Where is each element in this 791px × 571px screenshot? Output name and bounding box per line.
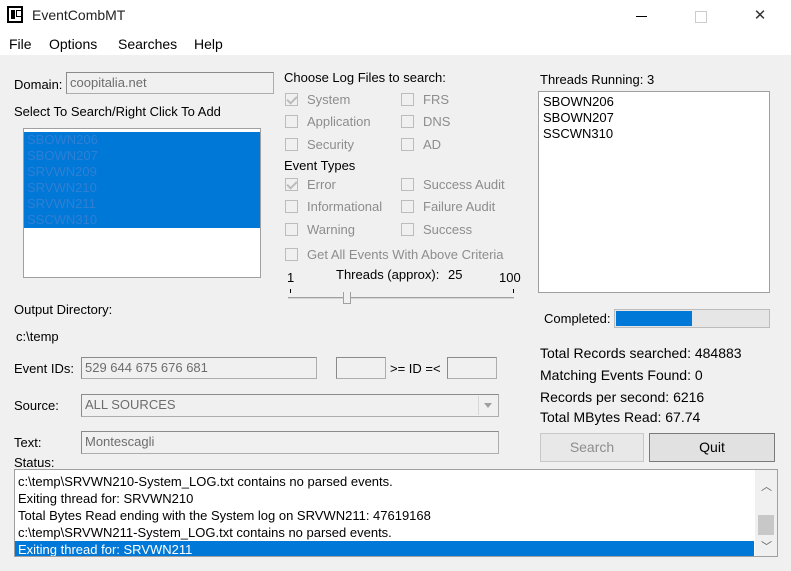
event-types-label: Event Types xyxy=(284,158,356,173)
source-dropdown[interactable]: ALL SOURCES xyxy=(81,394,499,417)
status-line: c:\temp\SRVWN211-System_LOG.txt contains… xyxy=(18,525,392,540)
failure-audit-label: Failure Audit xyxy=(423,199,496,214)
output-dir-label: Output Directory: xyxy=(14,302,113,317)
minimize-icon[interactable] xyxy=(628,4,656,28)
security-checkbox[interactable] xyxy=(285,138,298,151)
list-item: SBOWN207 xyxy=(543,110,614,125)
threads-slider-thumb[interactable] xyxy=(343,292,351,304)
domain-field[interactable]: coopitalia.net xyxy=(66,72,274,94)
error-label: Error xyxy=(307,177,336,192)
server-listbox[interactable]: SBOWN206 SBOWN207 SRVWN209 SRVWN210 SRVW… xyxy=(23,128,261,278)
threads-label: Threads (approx): xyxy=(336,267,440,282)
informational-checkbox[interactable] xyxy=(285,200,298,213)
list-item[interactable]: SSCWN310 xyxy=(24,212,260,228)
quit-button[interactable]: Quit xyxy=(649,433,775,462)
list-item: SBOWN206 xyxy=(543,94,614,109)
status-line: Total Bytes Read ending with the System … xyxy=(18,508,431,523)
server-list-label: Select To Search/Right Click To Add xyxy=(14,104,221,119)
success-label: Success xyxy=(423,222,473,237)
application-label: Application xyxy=(307,114,371,129)
warning-checkbox[interactable] xyxy=(285,223,298,236)
output-dir-value: c:\temp xyxy=(16,329,59,344)
frs-checkbox[interactable] xyxy=(401,93,414,106)
scroll-down-icon[interactable]: ﹀ xyxy=(761,538,772,554)
list-item[interactable]: SRVWN211 xyxy=(24,196,260,212)
progress-fill xyxy=(616,311,692,326)
threads-running-listbox[interactable]: SBOWN206 SBOWN207 SSCWN310 xyxy=(538,91,770,293)
chevron-down-icon[interactable] xyxy=(478,396,497,415)
source-value: ALL SOURCES xyxy=(85,397,176,412)
text-field[interactable]: Montescagli xyxy=(81,431,499,454)
completed-label: Completed: xyxy=(544,311,611,326)
status-label: Status: xyxy=(14,455,55,470)
security-label: Security xyxy=(307,137,354,152)
log-files-label: Choose Log Files to search: xyxy=(284,70,446,85)
application-checkbox[interactable] xyxy=(285,115,298,128)
get-all-events-label: Get All Events With Above Criteria xyxy=(307,247,504,262)
search-button[interactable]: Search xyxy=(540,433,644,462)
slider-tick-end xyxy=(513,289,514,293)
list-item[interactable]: SRVWN209 xyxy=(24,164,260,180)
menu-options[interactable]: Options xyxy=(49,36,97,52)
slider-min-label: 1 xyxy=(287,270,295,285)
scroll-thumb[interactable] xyxy=(758,515,774,535)
warning-label: Warning xyxy=(307,222,355,237)
dns-checkbox[interactable] xyxy=(401,115,414,128)
event-ids-label: Event IDs: xyxy=(14,361,74,376)
threads-value: 25 xyxy=(448,267,463,282)
app-icon xyxy=(7,6,23,23)
menu-bar: File Options Searches Help xyxy=(0,33,791,55)
ad-label: AD xyxy=(423,137,442,152)
status-line: Exiting thread for: SRVWN210 xyxy=(18,491,194,506)
menu-searches[interactable]: Searches xyxy=(118,36,177,52)
slider-tick-start xyxy=(290,289,291,293)
frs-label: FRS xyxy=(423,92,449,107)
success-checkbox[interactable] xyxy=(401,223,414,236)
scroll-up-icon[interactable]: ︿ xyxy=(761,478,772,494)
text-label: Text: xyxy=(14,435,42,450)
window-title: EventCombMT xyxy=(32,7,126,23)
status-line: c:\temp\SRVWN210-System_LOG.txt contains… xyxy=(18,474,393,489)
status-listbox[interactable]: c:\temp\SRVWN210-System_LOG.txt contains… xyxy=(14,469,778,557)
maximize-icon xyxy=(686,4,714,28)
error-checkbox[interactable] xyxy=(285,178,298,191)
domain-label: Domain: xyxy=(14,77,63,92)
threads-running-label: Threads Running: 3 xyxy=(540,72,655,87)
title-bar[interactable]: EventCombMT ✕ xyxy=(0,0,791,33)
source-label: Source: xyxy=(14,398,59,413)
informational-label: Informational xyxy=(307,199,383,214)
event-ids-field[interactable]: 529 644 675 676 681 xyxy=(81,357,317,379)
get-all-events-checkbox[interactable] xyxy=(285,248,298,261)
system-checkbox[interactable] xyxy=(285,93,298,106)
close-icon[interactable]: ✕ xyxy=(746,4,774,28)
dns-label: DNS xyxy=(423,114,451,129)
failure-audit-checkbox[interactable] xyxy=(401,200,414,213)
menu-help[interactable]: Help xyxy=(194,36,223,52)
completed-progress-bar xyxy=(614,309,770,328)
id-range-max-field[interactable] xyxy=(447,357,497,379)
list-item[interactable]: SRVWN210 xyxy=(24,180,260,196)
ad-checkbox[interactable] xyxy=(401,138,414,151)
status-scrollbar[interactable]: ︿ ﹀ xyxy=(755,470,777,556)
success-audit-checkbox[interactable] xyxy=(401,178,414,191)
status-line: Exiting thread for: SRVWN211 xyxy=(15,541,754,556)
records-per-second-text: Records per second: 6216 xyxy=(540,389,705,405)
success-audit-label: Success Audit xyxy=(423,177,505,192)
list-item[interactable]: SBOWN206 xyxy=(24,132,260,148)
total-mbytes-text: Total MBytes Read: 67.74 xyxy=(540,409,701,425)
list-item[interactable]: SBOWN207 xyxy=(24,148,260,164)
id-range-min-field[interactable] xyxy=(336,357,386,379)
slider-max-label: 100 xyxy=(499,270,521,285)
total-records-text: Total Records searched: 484883 xyxy=(540,345,742,361)
system-label: System xyxy=(307,92,351,107)
id-range-label: >= ID =< xyxy=(390,361,441,376)
threads-slider-track[interactable] xyxy=(288,297,514,299)
matching-events-text: Matching Events Found: 0 xyxy=(540,367,703,383)
menu-file[interactable]: File xyxy=(9,36,32,52)
list-item: SSCWN310 xyxy=(543,126,614,141)
